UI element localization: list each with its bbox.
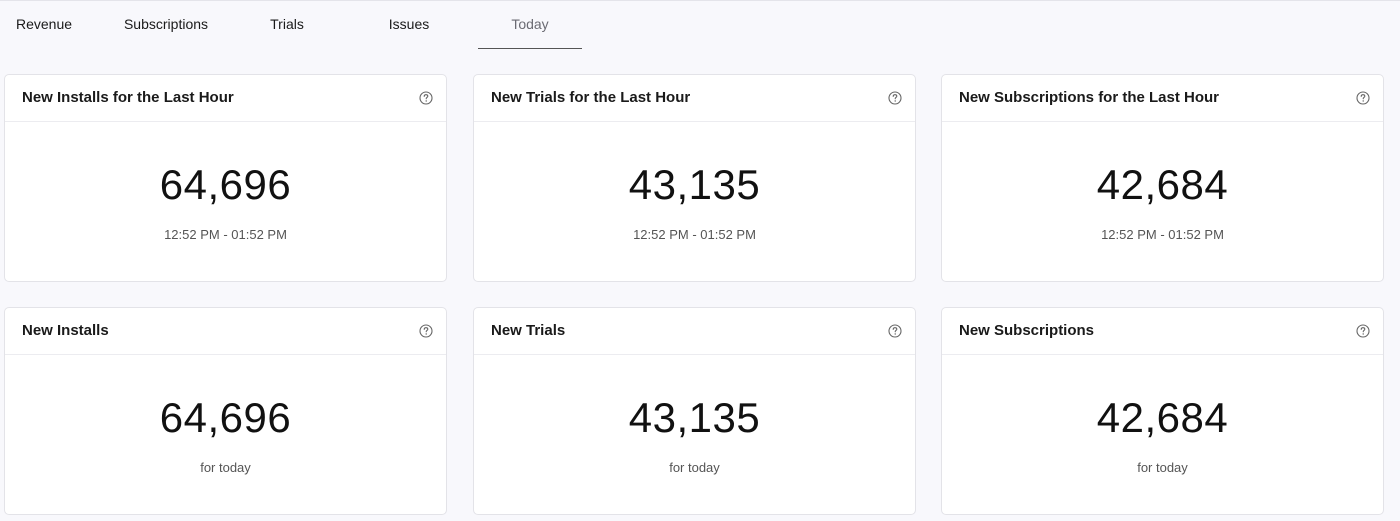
card-new-trials-today: New Trials 43,135 for today [473, 307, 916, 515]
card-header: New Installs for the Last Hour [5, 75, 446, 122]
card-header: New Trials for the Last Hour [474, 75, 915, 122]
metric-period: for today [200, 460, 251, 475]
tab-trials[interactable]: Trials [247, 1, 327, 49]
help-circle-icon[interactable] [888, 91, 902, 105]
card-header: New Subscriptions [942, 308, 1383, 355]
tab-subscriptions[interactable]: Subscriptions [108, 1, 224, 49]
metric-time-range: 12:52 PM - 01:52 PM [633, 227, 756, 242]
help-circle-icon[interactable] [1356, 91, 1370, 105]
card-title: New Installs [22, 322, 109, 339]
card-new-subscriptions-last-hour: New Subscriptions for the Last Hour 42,6… [941, 74, 1384, 282]
tab-issues[interactable]: Issues [369, 1, 449, 49]
card-title: New Installs for the Last Hour [22, 89, 234, 106]
card-header: New Trials [474, 308, 915, 355]
metric-value: 43,135 [628, 161, 761, 208]
card-new-installs-today: New Installs 64,696 for today [4, 307, 447, 515]
card-title: New Trials for the Last Hour [491, 89, 691, 106]
help-circle-icon[interactable] [419, 324, 433, 338]
metric-value: 42,684 [1096, 161, 1229, 208]
card-header: New Subscriptions for the Last Hour [942, 75, 1383, 122]
help-circle-icon[interactable] [419, 91, 433, 105]
metric-time-range: 12:52 PM - 01:52 PM [164, 227, 287, 242]
card-header: New Installs [5, 308, 446, 355]
card-new-installs-last-hour: New Installs for the Last Hour 64,696 12… [4, 74, 447, 282]
card-title: New Trials [491, 322, 566, 339]
dashboard-page: Revenue Subscriptions Trials Issues Toda… [0, 0, 1400, 521]
card-new-trials-last-hour: New Trials for the Last Hour 43,135 12:5… [473, 74, 916, 282]
card-title: New Subscriptions [959, 322, 1095, 339]
metric-period: for today [669, 460, 720, 475]
metric-period: for today [1137, 460, 1188, 475]
metric-value: 43,135 [628, 394, 761, 441]
metric-value: 64,696 [159, 394, 292, 441]
help-circle-icon[interactable] [888, 324, 902, 338]
tab-bar: Revenue Subscriptions Trials Issues Toda… [0, 1, 1400, 49]
card-title: New Subscriptions for the Last Hour [959, 89, 1220, 106]
tab-revenue[interactable]: Revenue [0, 1, 88, 49]
tab-today[interactable]: Today [478, 1, 582, 49]
help-circle-icon[interactable] [1356, 324, 1370, 338]
metric-value: 42,684 [1096, 394, 1229, 441]
card-new-subscriptions-today: New Subscriptions 42,684 for today [941, 307, 1384, 515]
metric-time-range: 12:52 PM - 01:52 PM [1101, 227, 1224, 242]
metric-value: 64,696 [159, 161, 292, 208]
